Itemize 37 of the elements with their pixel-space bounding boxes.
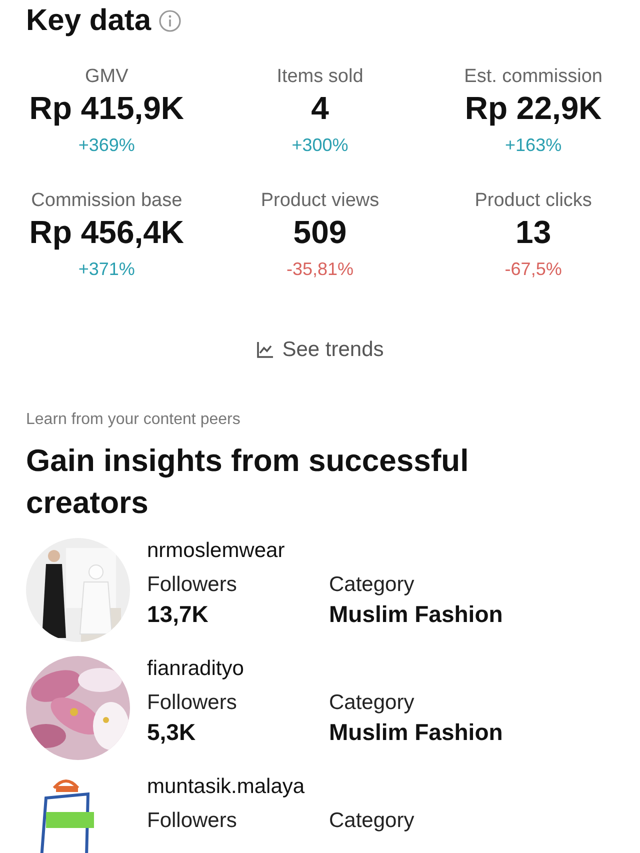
metric-label: Items sold	[276, 66, 364, 88]
metric-change: -35,81%	[286, 258, 354, 280]
creator-name[interactable]: fianradityo	[147, 656, 503, 682]
metric-value: Rp 456,4K	[29, 213, 184, 252]
section-subtitle: Learn from your content peers	[26, 410, 242, 430]
info-icon[interactable]	[159, 10, 182, 32]
metric-value: 509	[293, 213, 347, 252]
metric-value: Rp 22,9K	[464, 89, 602, 128]
creator-name[interactable]: nrmoslemwear	[147, 538, 503, 564]
metric-value: 4	[311, 89, 329, 128]
category-label: Category	[329, 690, 416, 716]
category-value: Muslim Fashion	[329, 718, 503, 747]
metric-change: +371%	[78, 258, 135, 280]
category-label: Category	[329, 572, 416, 598]
section-title: Gain insights from successful creators	[26, 442, 470, 522]
line-chart-icon	[256, 341, 274, 359]
metric-change: +369%	[78, 134, 135, 156]
followers-count: 13,7K	[147, 600, 210, 629]
category-value: Muslim Fashion	[329, 600, 503, 629]
metric-label: Commission base	[31, 190, 182, 212]
followers-label: Followers	[147, 572, 238, 598]
metric-label: GMV	[85, 66, 128, 88]
metric-label: Product clicks	[474, 190, 592, 212]
metric-change: +300%	[292, 134, 348, 156]
metric-value: Rp 415,9K	[29, 89, 184, 128]
followers-count: 5,3K	[147, 718, 197, 747]
see-trends-link[interactable]: See trends	[256, 338, 384, 362]
metric-change: -67,5%	[504, 258, 562, 280]
metric-value: 13	[516, 213, 552, 252]
category-label: Category	[329, 808, 414, 834]
section-title: Key data	[26, 4, 152, 38]
followers-label: Followers	[147, 690, 238, 716]
metric-change: +163%	[505, 134, 562, 156]
creator-name[interactable]: muntasik.malaya	[147, 774, 414, 800]
followers-label: Followers	[147, 808, 238, 834]
metric-label: Product views	[260, 190, 380, 212]
metric-label: Est. commission	[464, 66, 602, 88]
